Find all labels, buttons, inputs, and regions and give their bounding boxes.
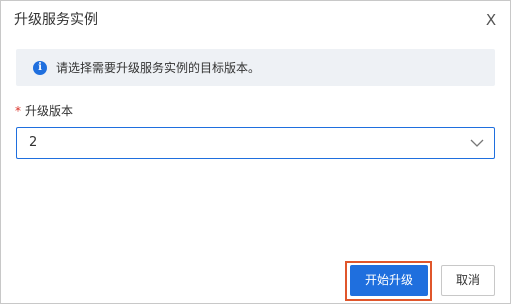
version-label: 升级版本 bbox=[25, 104, 74, 118]
cancel-button[interactable]: 取消 bbox=[441, 265, 495, 296]
dialog-title: 升级服务实例 bbox=[14, 12, 98, 28]
version-field-label: * 升级版本 bbox=[15, 102, 73, 120]
dialog-header: 升级服务实例 X bbox=[1, 1, 510, 41]
close-icon[interactable]: X bbox=[482, 10, 500, 30]
version-select[interactable]: 2 bbox=[16, 127, 495, 159]
info-notice: i 请选择需要升级服务实例的目标版本。 bbox=[16, 49, 495, 86]
required-mark: * bbox=[15, 104, 21, 118]
chevron-down-icon bbox=[470, 139, 484, 147]
info-icon: i bbox=[33, 61, 47, 75]
upgrade-instance-dialog: 升级服务实例 X i 请选择需要升级服务实例的目标版本。 * 升级版本 2 开始升… bbox=[0, 0, 511, 304]
notice-text: 请选择需要升级服务实例的目标版本。 bbox=[56, 61, 261, 75]
start-upgrade-button[interactable]: 开始升级 bbox=[350, 265, 428, 296]
version-select-value: 2 bbox=[29, 135, 38, 150]
